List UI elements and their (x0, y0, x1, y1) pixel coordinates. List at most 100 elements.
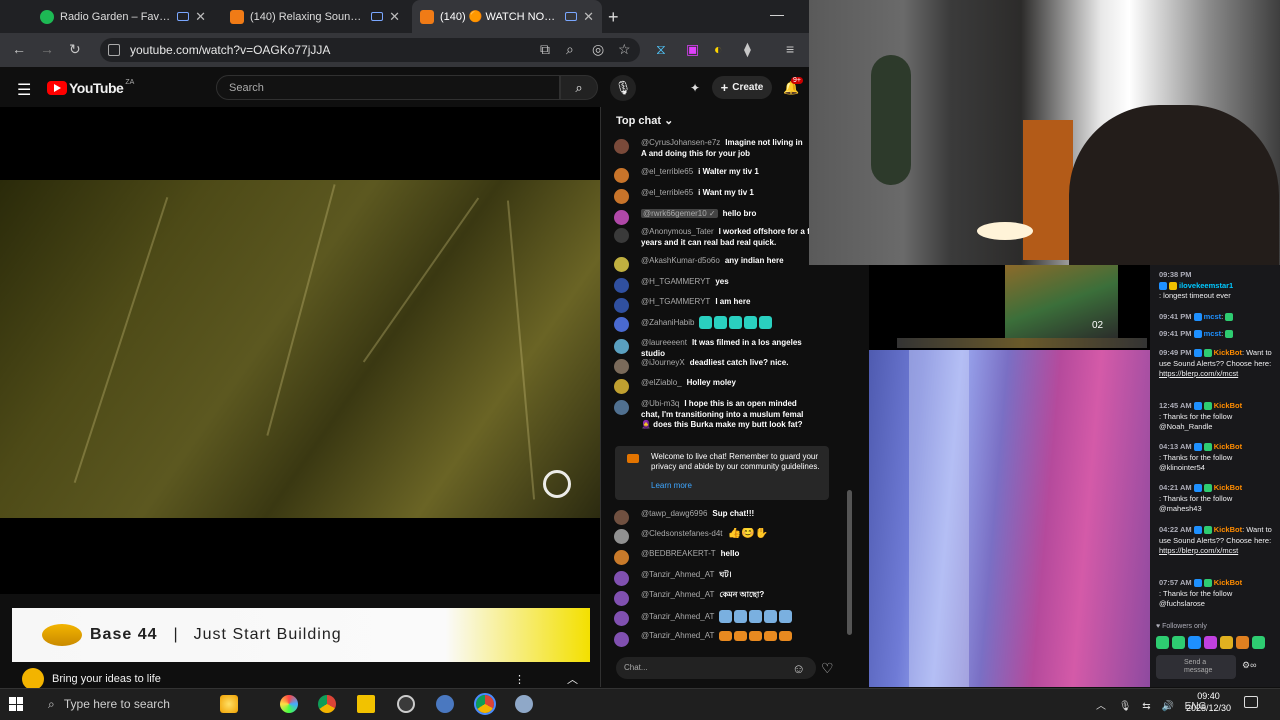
obs-icon[interactable] (397, 695, 415, 713)
followers-only-notice: ♥ Followers only (1156, 623, 1207, 630)
avatar (614, 510, 629, 525)
photos-app-icon[interactable] (280, 695, 298, 713)
radio-garden-favicon-icon (40, 9, 54, 24)
eye-slash-icon[interactable]: ◎ (592, 41, 604, 58)
chat-mode-dropdown[interactable]: Top chat ⌄ (616, 114, 673, 127)
chat-scrollbar[interactable] (847, 490, 852, 635)
emote-icon (1252, 636, 1265, 649)
avatar (614, 298, 629, 313)
game-counter: 02 (1092, 320, 1104, 331)
chat-message: @Tanzir_Ahmed_AT (614, 631, 810, 647)
taskbar-clock[interactable]: 09:40 2025/12/30 (1186, 690, 1231, 714)
chrome-icon[interactable] (318, 695, 336, 713)
extension-translate-icon[interactable]: ⧖ (656, 41, 666, 58)
zoom-icon[interactable]: ⌕ (566, 41, 574, 58)
stream-chat-settings-icon[interactable]: ⚙∞ (1242, 660, 1256, 671)
install-app-icon[interactable]: ⧉ (540, 41, 550, 58)
notification-center-icon[interactable] (1244, 696, 1258, 708)
stream-chat-message: 09:49 PM KickBot: Want to use Sound Aler… (1159, 348, 1272, 378)
close-tab-icon[interactable]: ✕ (195, 9, 206, 25)
avatar (614, 168, 629, 183)
emote-row (1156, 636, 1276, 650)
windows-taskbar (0, 688, 1280, 720)
chat-message: @laureeeent It was filmed in a los angele… (614, 338, 810, 359)
chat-message: @Ubi-m3q I hope this is an open minded ch… (614, 399, 810, 431)
emote-icon (1156, 636, 1169, 649)
sound-alerts-link[interactable]: https://blerp.com/x/mcst (1159, 369, 1238, 378)
bookmark-star-icon[interactable]: ☆ (618, 41, 631, 58)
chat-message: @Anonymous_Tater I worked offshore for a … (614, 227, 810, 248)
emoji-icon (759, 316, 773, 329)
avatar (614, 550, 629, 565)
emote-icon (1204, 636, 1217, 649)
emote-icon (1172, 636, 1185, 649)
cast-connect-icon[interactable]: ✦ (690, 81, 700, 95)
tab-watch-now[interactable]: (140) 🟠 WATCH NOW: Mo ✕ (412, 0, 602, 33)
network-icon: ⇆ (1142, 701, 1151, 712)
url-text: youtube.com/watch?v=OAGKo77jJJA (130, 43, 331, 57)
reading-list-icon[interactable]: ≡ (786, 41, 794, 57)
app-icon[interactable] (515, 695, 533, 713)
stream-camera-view (869, 350, 1150, 687)
reload-icon[interactable]: ↻ (69, 41, 81, 58)
avatar (614, 339, 629, 354)
microphone-icon: 🎙 (614, 80, 632, 95)
channel-watermark-icon[interactable] (543, 470, 571, 498)
close-tab-icon[interactable]: ✕ (583, 9, 594, 25)
video-frame[interactable] (0, 180, 600, 518)
region-code: ZA (125, 78, 135, 86)
new-tab-button[interactable]: + (608, 7, 619, 28)
avatar (614, 139, 629, 154)
back-icon[interactable]: ← (12, 41, 26, 57)
avatar (614, 359, 629, 374)
create-button[interactable]: + Create (712, 76, 772, 99)
snipping-tool-icon[interactable] (436, 695, 454, 713)
stream-chat-message: 04:21 AM KickBot: Thanks for the follow @… (1159, 483, 1243, 513)
avatar (614, 278, 629, 293)
collapse-icon[interactable]: ︿ (567, 671, 578, 687)
chat-input[interactable]: Chat... (616, 657, 816, 679)
ad-banner[interactable]: Base 44 | Just Start Building (12, 608, 590, 662)
microphone-icon: 🎙 (1118, 701, 1132, 712)
minimize-window-button[interactable]: — (770, 6, 784, 22)
more-options-icon[interactable]: ⋮ (514, 673, 525, 686)
heart-reaction-icon[interactable]: ♡ (821, 660, 834, 677)
avatar (614, 210, 629, 225)
taskbar-search-input[interactable]: ⌕ Type here to search (48, 697, 170, 712)
site-info-icon[interactable] (108, 44, 120, 56)
chat-message: @el_terrible65 i Want my tiv 1 (614, 188, 810, 204)
search-button[interactable]: ⌕ (560, 75, 598, 100)
volume-icon: 🔊 (1161, 701, 1174, 712)
copilot-sparkle-icon[interactable] (220, 695, 238, 713)
chrome-active-icon[interactable] (474, 693, 496, 715)
menu-hamburger-icon[interactable]: ☰ (17, 80, 31, 100)
webcam-bag (871, 55, 911, 185)
tab-relaxing-sound[interactable]: (140) Relaxing Sound of Ra ✕ (222, 0, 408, 33)
youtube-favicon-icon (420, 9, 434, 24)
search-input[interactable]: Search (216, 75, 560, 100)
extension-media-icon[interactable]: ▣ (686, 41, 699, 58)
youtube-logo[interactable]: YouTube ZA (47, 78, 135, 96)
chat-message: @H_TGAMMERYT I am here (614, 297, 810, 313)
stream-chat-message: 07:57 AM KickBot: Thanks for the follow @… (1159, 578, 1243, 608)
close-tab-icon[interactable]: ✕ (389, 9, 400, 25)
ad-caption[interactable]: Bring your ideas to life ⋮ ︿ (12, 668, 590, 690)
address-bar[interactable]: youtube.com/watch?v=OAGKo77jJJA (100, 38, 640, 62)
emoji-picker-icon[interactable]: ☺ (792, 661, 805, 676)
extension-coin-icon[interactable]: ◐ (714, 41, 722, 57)
start-windows-icon[interactable] (9, 697, 23, 711)
voice-search-button[interactable]: 🎙 (610, 75, 636, 101)
learn-more-link[interactable]: Learn more (651, 481, 821, 491)
tab-radio-garden[interactable]: Radio Garden – Favorites ✕ (32, 0, 214, 33)
avatar (614, 591, 629, 606)
sound-alerts-link[interactable]: https://blerp.com/x/mcst (1159, 546, 1238, 555)
forward-icon[interactable]: → (40, 41, 54, 57)
emoji-icon (764, 631, 778, 641)
avatar (614, 632, 629, 647)
emote-icon (1220, 636, 1233, 649)
file-explorer-icon[interactable] (357, 695, 375, 713)
emote-icon (1236, 636, 1249, 649)
extensions-puzzle-icon[interactable]: ⧫ (744, 41, 751, 58)
chat-message: @H_TGAMMERYT yes (614, 277, 810, 293)
stream-chat-input[interactable]: Send a message (1156, 655, 1236, 679)
